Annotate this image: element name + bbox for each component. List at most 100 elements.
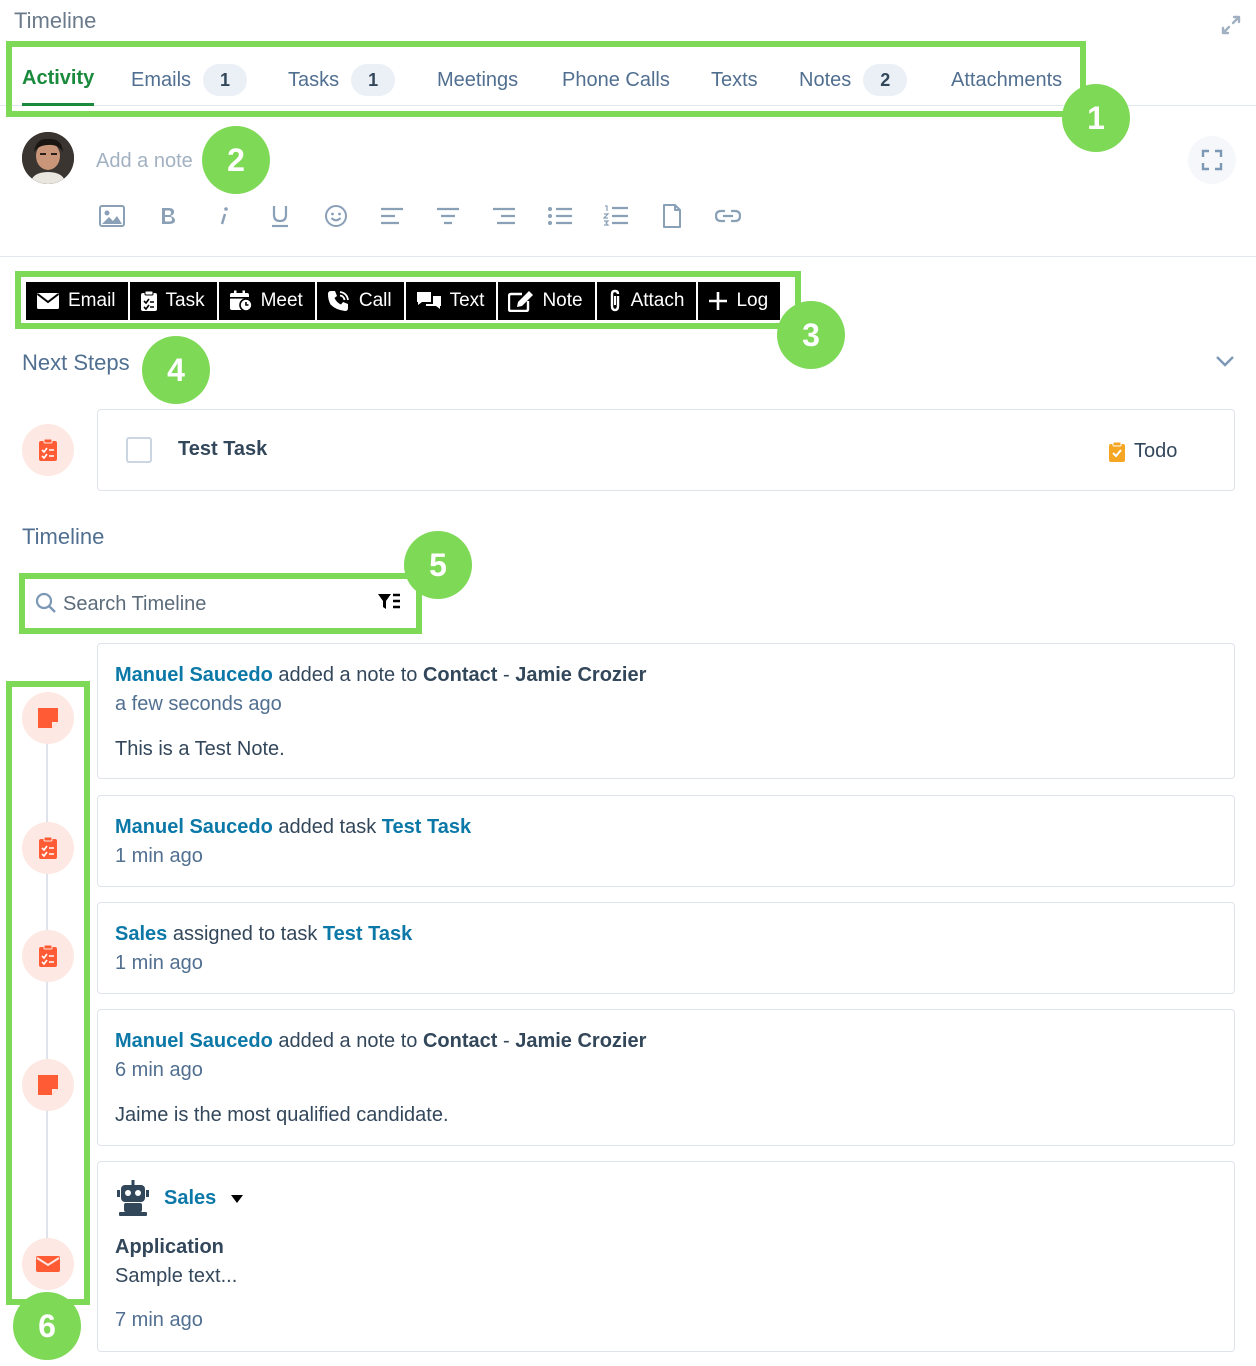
- annotation-badge: 3: [777, 301, 845, 369]
- tab-attachments[interactable]: Attachments: [951, 54, 1062, 106]
- clipboard-icon: [39, 438, 57, 461]
- tab-label: Texts: [711, 68, 758, 91]
- email-subject[interactable]: Application: [115, 1236, 224, 1259]
- email-type-icon: [22, 1238, 74, 1290]
- align-center-icon[interactable]: [428, 198, 468, 234]
- actor-link[interactable]: Manuel Saucedo: [115, 664, 273, 686]
- task-type-icon: [22, 822, 74, 874]
- search-icon: [35, 592, 56, 613]
- bulleted-list-icon[interactable]: [540, 198, 580, 234]
- task-type-icon: [22, 930, 74, 982]
- meet-button[interactable]: Meet: [219, 282, 317, 320]
- action-label: Attach: [630, 290, 685, 311]
- add-note-input[interactable]: [96, 146, 736, 176]
- link-icon[interactable]: [708, 198, 748, 234]
- align-right-icon[interactable]: [484, 198, 524, 234]
- caret-down-icon[interactable]: [230, 1194, 244, 1204]
- tab-label: Tasks: [288, 68, 340, 91]
- numbered-list-icon[interactable]: [596, 198, 636, 234]
- todo-clipboard-icon: [1109, 441, 1125, 462]
- next-steps-title: Next Steps: [22, 350, 130, 375]
- call-button[interactable]: Call: [317, 282, 406, 320]
- timeline-email-card: Sales Application Sample text... 7 min a…: [97, 1161, 1235, 1352]
- event-verb: added task: [278, 816, 377, 838]
- envelope-icon: [36, 1256, 60, 1272]
- action-label: Text: [449, 290, 485, 311]
- action-label: Task: [165, 290, 205, 311]
- align-left-icon[interactable]: [372, 198, 412, 234]
- task-status-label: Todo: [1134, 440, 1178, 462]
- chevron-down-icon[interactable]: [1212, 350, 1238, 372]
- clipboard-icon: [39, 836, 57, 859]
- event-verb: added a note to: [278, 1030, 418, 1052]
- annotation-badge: 5: [404, 531, 472, 599]
- event-time: 6 min ago: [115, 1059, 203, 1081]
- chat-icon: [416, 292, 441, 309]
- task-name[interactable]: Test Task: [178, 438, 267, 461]
- emoji-icon[interactable]: [316, 198, 356, 234]
- action-label: Meet: [260, 290, 303, 311]
- italic-icon[interactable]: [204, 198, 244, 234]
- task-checkbox[interactable]: [126, 437, 152, 463]
- event-target[interactable]: Jamie Crozier: [515, 664, 646, 686]
- paperclip-icon: [610, 289, 619, 312]
- tab-meetings[interactable]: Meetings: [437, 54, 518, 106]
- composer-divider: [0, 256, 1256, 257]
- tab-notes[interactable]: Notes 2: [799, 54, 908, 106]
- event-summary: Sales assigned to task Test Task: [115, 923, 412, 946]
- task-status[interactable]: Todo: [1108, 440, 1177, 463]
- search-timeline-input[interactable]: [63, 589, 363, 619]
- timeline-event-card: Manuel Saucedo added a note to Contact -…: [97, 1009, 1235, 1146]
- tab-emails[interactable]: Emails 1: [131, 54, 248, 106]
- document-icon[interactable]: [652, 198, 692, 234]
- event-time: a few seconds ago: [115, 693, 282, 715]
- calendar-icon: [229, 290, 253, 312]
- task-link[interactable]: Test Task: [323, 923, 412, 945]
- email-preview: Sample text...: [115, 1265, 238, 1287]
- clipboard-icon: [140, 290, 157, 311]
- actor-link[interactable]: Manuel Saucedo: [115, 816, 273, 838]
- timeline-event-card: Manuel Saucedo added task Test Task 1 mi…: [97, 795, 1235, 887]
- event-time: 7 min ago: [115, 1309, 203, 1331]
- tab-label: Meetings: [437, 68, 519, 91]
- insert-image-icon[interactable]: [92, 198, 132, 234]
- timeline-rail: [46, 700, 48, 1270]
- attach-button[interactable]: Attach: [597, 282, 699, 320]
- tab-label: Activity: [22, 67, 95, 89]
- bold-icon[interactable]: [148, 198, 188, 234]
- log-button[interactable]: Log: [698, 282, 780, 320]
- action-toolbar: Email Task Meet Call Text Note Attach Lo…: [26, 282, 781, 320]
- text-button[interactable]: Text: [406, 282, 499, 320]
- timeline-title: Timeline: [22, 524, 105, 549]
- tab-tasks[interactable]: Tasks 1: [288, 54, 396, 106]
- task-link[interactable]: Test Task: [382, 816, 471, 838]
- actor-link[interactable]: Sales: [115, 923, 167, 945]
- event-target[interactable]: Jamie Crozier: [515, 1030, 646, 1052]
- event-verb: assigned to task: [172, 923, 318, 945]
- task-button[interactable]: Task: [130, 282, 219, 320]
- tab-activity[interactable]: Activity: [22, 54, 95, 106]
- event-object: Contact: [422, 664, 498, 686]
- email-sender[interactable]: Sales: [164, 1187, 216, 1210]
- actor-link[interactable]: Manuel Saucedo: [115, 1030, 273, 1052]
- tab-phone-calls[interactable]: Phone Calls: [562, 54, 670, 106]
- filter-icon[interactable]: [377, 592, 401, 612]
- event-summary: Manuel Saucedo added a note to Contact -…: [115, 1030, 646, 1053]
- timeline-event-card: Manuel Saucedo added a note to Contact -…: [97, 643, 1235, 779]
- fullscreen-button[interactable]: [1188, 136, 1236, 184]
- annotation-badge: 4: [142, 336, 210, 404]
- underline-icon[interactable]: [260, 198, 300, 234]
- sticky-note-icon: [38, 1075, 58, 1095]
- expand-icon[interactable]: [1220, 14, 1242, 36]
- note-body: This is a Test Note.: [115, 738, 285, 760]
- clipboard-icon: [39, 944, 57, 967]
- action-label: Call: [358, 290, 392, 311]
- email-button[interactable]: Email: [26, 282, 130, 320]
- event-verb: added a note to: [278, 664, 418, 686]
- tab-texts[interactable]: Texts: [711, 54, 758, 106]
- plus-icon: [709, 292, 728, 310]
- sticky-note-icon: [38, 708, 58, 728]
- event-summary: Manuel Saucedo added a note to Contact -…: [115, 664, 646, 687]
- tab-count: 1: [351, 64, 396, 96]
- note-button[interactable]: Note: [498, 282, 597, 320]
